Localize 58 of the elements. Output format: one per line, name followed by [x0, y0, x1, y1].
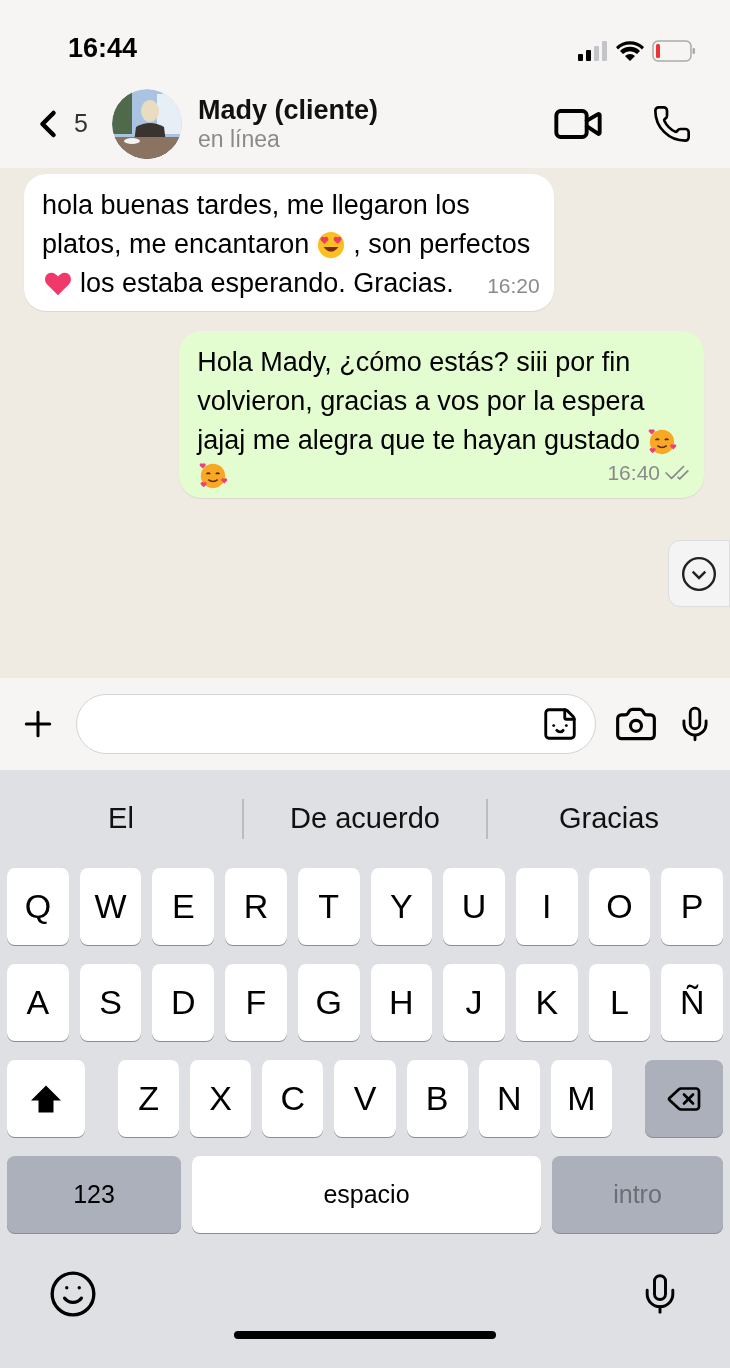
key[interactable]: Q [7, 868, 69, 945]
key[interactable]: K [515, 964, 578, 1041]
suggestion-chip[interactable]: Gracias [488, 797, 730, 841]
key[interactable]: G [297, 964, 360, 1041]
key[interactable]: X [190, 1060, 252, 1137]
key[interactable]: I [515, 868, 578, 945]
smiling-face-hearts-icon [198, 460, 229, 490]
key[interactable]: S [79, 964, 142, 1041]
message-text: , son perfectos [353, 228, 531, 261]
key[interactable]: R [225, 868, 287, 945]
battery-icon [652, 40, 696, 62]
key[interactable]: N [478, 1060, 540, 1137]
emoji-button[interactable] [48, 1269, 98, 1319]
chevron-down-circle-icon [680, 554, 718, 593]
key[interactable]: L [588, 964, 651, 1041]
key[interactable]: F [225, 964, 287, 1041]
message-text: jajaj me alegra que te hayan gustado [197, 424, 640, 457]
key[interactable]: M [550, 1060, 612, 1137]
contact-status: en línea [197, 125, 281, 153]
clock-time: 16:44 [68, 35, 138, 62]
key[interactable]: J [443, 964, 505, 1041]
message-text: volvieron, gracias a vos por la espera [197, 385, 645, 418]
key[interactable]: B [406, 1060, 468, 1137]
message-text: hola buenas tardes, me llegaron los [42, 189, 470, 222]
numbers-key[interactable]: 123 [7, 1156, 181, 1233]
shift-key[interactable] [7, 1060, 85, 1137]
key[interactable]: T [297, 868, 360, 945]
key[interactable]: U [443, 868, 505, 945]
sticker-icon[interactable] [541, 705, 579, 743]
key[interactable]: H [370, 964, 433, 1041]
key[interactable]: Ñ [661, 964, 724, 1041]
key[interactable]: V [334, 1060, 396, 1137]
message-time: 16:40 [607, 460, 660, 486]
back-button[interactable]: 5 [26, 102, 88, 146]
message-text: Hola Mady, ¿cómo estás? siii por fin [197, 346, 631, 379]
key[interactable]: C [262, 1060, 324, 1137]
message-text: los estaba esperando. Gracias. [80, 267, 454, 300]
scroll-down-button[interactable] [668, 540, 730, 607]
key[interactable]: A [7, 964, 69, 1041]
signal-icon [578, 41, 608, 61]
key[interactable]: W [79, 868, 142, 945]
key[interactable]: D [152, 964, 215, 1041]
unread-count: 5 [74, 108, 88, 140]
key[interactable]: E [152, 868, 215, 945]
space-key[interactable]: espacio [192, 1156, 541, 1233]
key[interactable]: Z [118, 1060, 180, 1137]
message-time: 16:20 [487, 273, 540, 299]
wifi-icon [616, 41, 644, 61]
suggestion-chip[interactable]: De acuerdo [244, 797, 486, 841]
key[interactable]: O [588, 868, 651, 945]
heart-eyes-emoji-icon [316, 229, 347, 260]
backspace-key[interactable] [645, 1060, 723, 1137]
key[interactable]: P [661, 868, 724, 945]
suggestion-chip[interactable]: El [0, 797, 242, 841]
key[interactable]: Y [370, 868, 433, 945]
message-text: platos, me encantaron [42, 228, 310, 261]
phone-call-button[interactable] [652, 104, 692, 144]
contact-name: Mady (cliente) [197, 95, 379, 125]
